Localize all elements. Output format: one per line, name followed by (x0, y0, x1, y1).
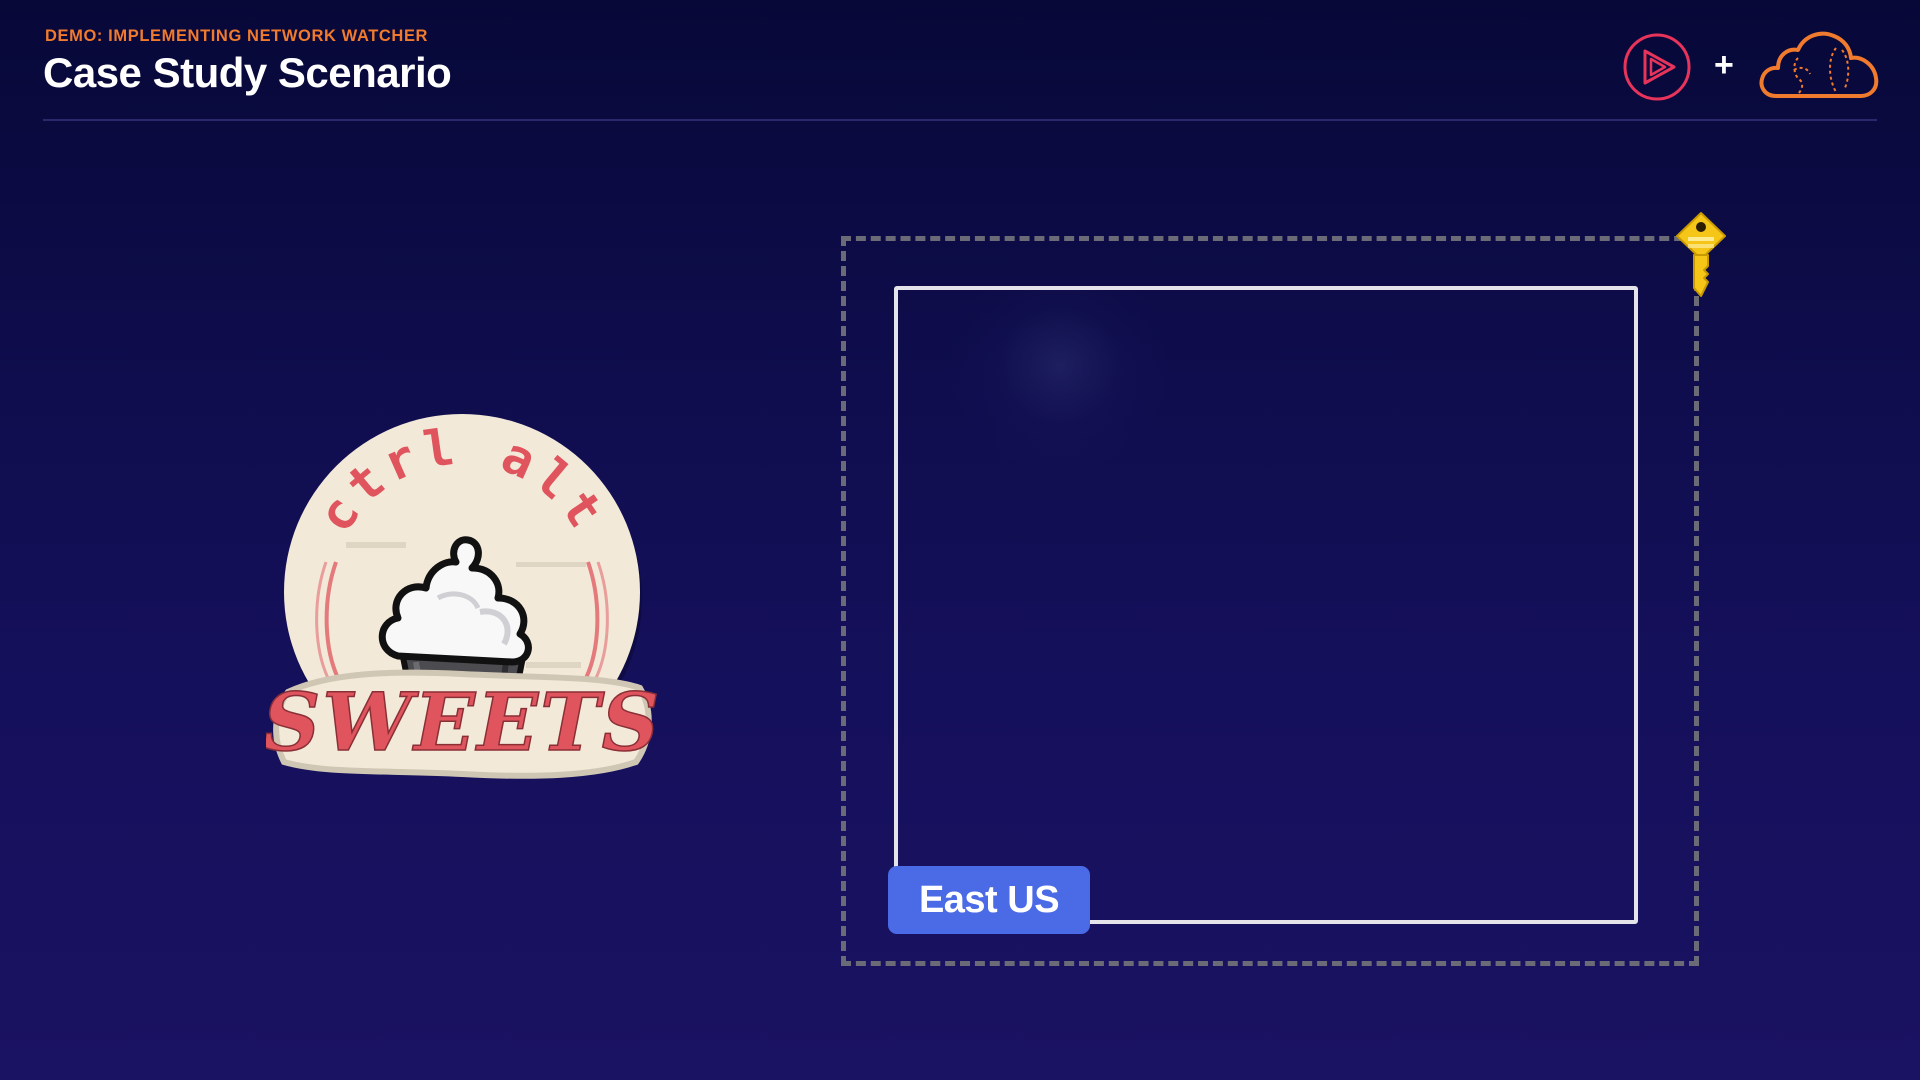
region-label-east-us: East US (888, 866, 1090, 934)
header-divider (43, 119, 1877, 121)
region-box (894, 286, 1638, 924)
slide-subtitle: DEMO: IMPLEMENTING NETWORK WATCHER (45, 27, 429, 45)
key-icon (1676, 212, 1726, 297)
pluralsight-play-icon (1623, 33, 1691, 101)
company-logo: ctrl alt SWEETS (266, 414, 658, 779)
slide-title: Case Study Scenario (43, 49, 452, 96)
cloud-icon (1759, 31, 1879, 98)
logo-text-sweets: SWEETS (266, 675, 658, 769)
plus-sign: + (1714, 46, 1734, 84)
